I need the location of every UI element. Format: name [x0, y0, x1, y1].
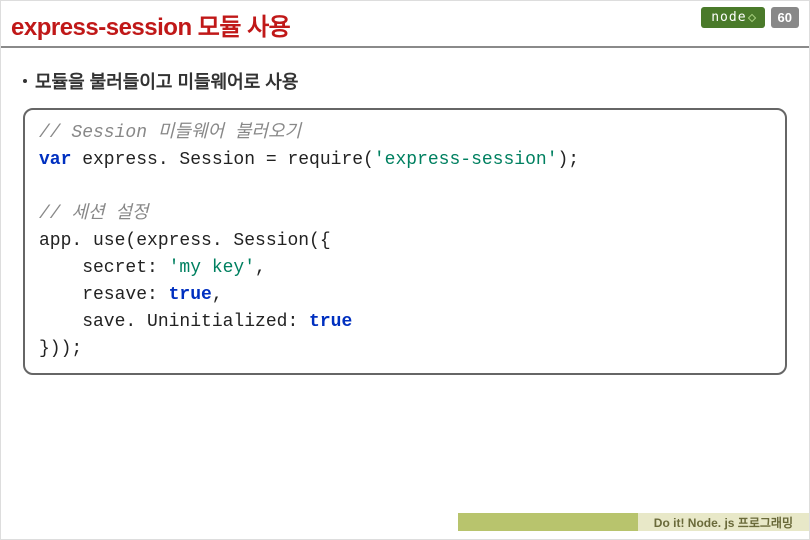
slide: express-session 모듈 사용 node 60 모듈을 불러들이고 …: [0, 0, 810, 540]
code-text: save. Uninitialized:: [39, 312, 309, 332]
code-blank: [39, 174, 771, 201]
code-comment: // Session 미들웨어 불러오기: [39, 120, 771, 147]
code-line: secret: 'my key',: [39, 255, 771, 282]
node-badge-label: node: [711, 10, 746, 25]
bullet-icon: [23, 79, 27, 83]
node-badge: node: [701, 7, 764, 28]
code-line: var express. Session = require('express-…: [39, 147, 771, 174]
node-badge-icon: [747, 13, 755, 21]
code-line: save. Uninitialized: true: [39, 309, 771, 336]
code-literal: true: [309, 312, 352, 332]
footer-stripe: [458, 513, 638, 531]
code-text: );: [558, 150, 580, 170]
header-badges: node 60: [701, 7, 799, 28]
footer-text: Do it! Node. js 프로그래밍: [638, 513, 809, 531]
page-title: express-session 모듈 사용: [11, 7, 290, 42]
slide-header: express-session 모듈 사용 node 60: [1, 1, 809, 48]
code-line: resave: true,: [39, 282, 771, 309]
code-text: resave:: [39, 285, 169, 305]
code-text: ,: [255, 258, 266, 278]
code-text: secret:: [39, 258, 169, 278]
code-line: app. use(express. Session({: [39, 228, 771, 255]
bullet-item: 모듈을 불러들이고 미들웨어로 사용: [23, 68, 787, 94]
code-text: ,: [212, 285, 223, 305]
code-literal: true: [169, 285, 212, 305]
code-comment: // 세션 설정: [39, 201, 771, 228]
code-block: // Session 미들웨어 불러오기 var express. Sessio…: [23, 108, 787, 375]
slide-content: 모듈을 불러들이고 미들웨어로 사용 // Session 미들웨어 불러오기 …: [1, 48, 809, 375]
code-text: express. Session = require(: [71, 150, 373, 170]
bullet-text: 모듈을 불러들이고 미들웨어로 사용: [35, 68, 298, 94]
code-string: 'my key': [169, 258, 255, 278]
code-line: }));: [39, 336, 771, 363]
page-number-badge: 60: [771, 7, 799, 28]
code-string: 'express-session': [374, 150, 558, 170]
slide-footer: Do it! Node. js 프로그래밍: [458, 513, 809, 531]
code-keyword: var: [39, 150, 71, 170]
